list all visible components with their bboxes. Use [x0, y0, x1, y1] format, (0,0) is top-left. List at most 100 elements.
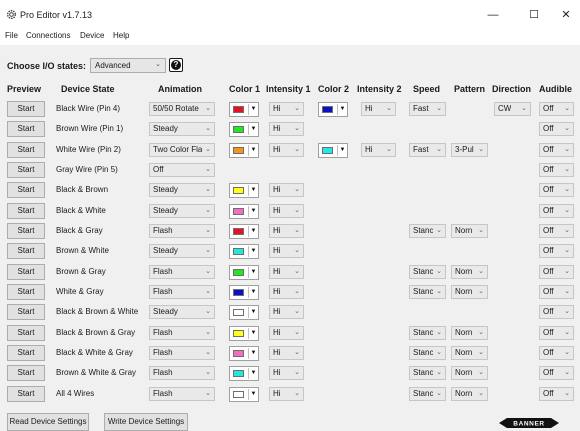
color-1-picker[interactable]: ▼	[229, 325, 259, 341]
intensity-2-select[interactable]: Hi ⌄	[361, 142, 396, 157]
start-preview-button[interactable]: Start	[7, 263, 45, 280]
start-preview-button[interactable]: Start	[7, 304, 45, 321]
intensity-1-select[interactable]: Hi ⌄	[269, 203, 304, 218]
speed-select[interactable]: Stanc ⌄	[409, 366, 446, 381]
color-1-picker[interactable]: ▼	[229, 142, 259, 158]
color-1-picker[interactable]: ▼	[229, 345, 259, 361]
start-preview-button[interactable]: Start	[7, 324, 45, 341]
speed-select[interactable]: Stanc ⌄	[409, 386, 446, 401]
animation-select[interactable]: Flash ⌄	[149, 345, 215, 360]
audible-select[interactable]: Off ⌄	[539, 325, 574, 340]
start-preview-button[interactable]: Start	[7, 222, 45, 239]
pattern-select[interactable]: Norn ⌄	[451, 223, 488, 238]
audible-select[interactable]: Off ⌄	[539, 244, 574, 259]
audible-select[interactable]: Off ⌄	[539, 102, 574, 116]
close-button[interactable]: ✕	[548, 4, 580, 26]
write-device-settings-button[interactable]: Write Device Settings	[104, 413, 188, 431]
pattern-select[interactable]: Norn ⌄	[451, 325, 488, 340]
audible-select[interactable]: Off ⌄	[539, 305, 574, 320]
minimize-button[interactable]: —	[475, 4, 511, 26]
animation-select[interactable]: Steady ⌄	[149, 183, 215, 198]
pattern-select[interactable]: Norn ⌄	[451, 284, 488, 299]
animation-select[interactable]: 50/50 Rotate ⌄	[149, 102, 215, 116]
animation-select[interactable]: Two Color Fla ⌄	[149, 142, 215, 157]
io-states-select[interactable]: Advanced ⌄	[90, 58, 166, 73]
audible-select[interactable]: Off ⌄	[539, 284, 574, 299]
start-preview-button[interactable]: Start	[7, 283, 45, 300]
menu-device[interactable]: Device	[80, 31, 104, 40]
start-preview-button[interactable]: Start	[7, 344, 45, 361]
animation-select[interactable]: Flash ⌄	[149, 386, 215, 401]
audible-select[interactable]: Off ⌄	[539, 264, 574, 279]
start-preview-button[interactable]: Start	[7, 141, 45, 158]
menu-file[interactable]: File	[5, 31, 18, 40]
speed-select[interactable]: Stanc ⌄	[409, 325, 446, 340]
color-1-picker[interactable]: ▼	[229, 244, 259, 260]
animation-select[interactable]: Flash ⌄	[149, 284, 215, 299]
speed-select[interactable]: Stanc ⌄	[409, 284, 446, 299]
start-preview-button[interactable]: Start	[7, 243, 45, 260]
intensity-1-select[interactable]: Hi ⌄	[269, 284, 304, 299]
menu-connections[interactable]: Connections	[26, 31, 70, 40]
intensity-2-select[interactable]: Hi ⌄	[361, 102, 396, 116]
speed-select[interactable]: Fast ⌄	[409, 102, 446, 116]
audible-select[interactable]: Off ⌄	[539, 183, 574, 198]
pattern-select[interactable]: Norn ⌄	[451, 386, 488, 401]
color-1-picker[interactable]: ▼	[229, 122, 259, 138]
color-1-picker[interactable]: ▼	[229, 203, 259, 219]
pattern-select[interactable]: Norn ⌄	[451, 345, 488, 360]
read-device-settings-button[interactable]: Read Device Settings	[7, 413, 89, 431]
animation-select[interactable]: Steady ⌄	[149, 203, 215, 218]
menu-help[interactable]: Help	[113, 31, 129, 40]
audible-select[interactable]: Off ⌄	[539, 142, 574, 157]
intensity-1-select[interactable]: Hi ⌄	[269, 142, 304, 157]
pattern-select[interactable]: 3-Pul ⌄	[451, 142, 488, 157]
start-preview-button[interactable]: Start	[7, 162, 45, 178]
color-1-picker[interactable]: ▼	[229, 102, 259, 117]
start-preview-button[interactable]: Start	[7, 182, 45, 199]
speed-select[interactable]: Fast ⌄	[409, 142, 446, 157]
animation-select[interactable]: Flash ⌄	[149, 325, 215, 340]
audible-select[interactable]: Off ⌄	[539, 203, 574, 218]
intensity-1-select[interactable]: Hi ⌄	[269, 345, 304, 360]
color-2-picker[interactable]: ▼	[318, 102, 348, 117]
audible-select[interactable]: Off ⌄	[539, 163, 574, 177]
intensity-1-select[interactable]: Hi ⌄	[269, 122, 304, 137]
start-preview-button[interactable]: Start	[7, 385, 45, 402]
intensity-1-select[interactable]: Hi ⌄	[269, 183, 304, 198]
intensity-1-select[interactable]: Hi ⌄	[269, 223, 304, 238]
intensity-1-select[interactable]: Hi ⌄	[269, 264, 304, 279]
color-1-picker[interactable]: ▼	[229, 366, 259, 382]
animation-select[interactable]: Flash ⌄	[149, 264, 215, 279]
animation-select[interactable]: Steady ⌄	[149, 122, 215, 137]
speed-select[interactable]: Stanc ⌄	[409, 345, 446, 360]
animation-select[interactable]: Flash ⌄	[149, 366, 215, 381]
speed-select[interactable]: Stanc ⌄	[409, 264, 446, 279]
color-1-picker[interactable]: ▼	[229, 183, 259, 199]
color-1-picker[interactable]: ▼	[229, 264, 259, 280]
intensity-1-select[interactable]: Hi ⌄	[269, 102, 304, 116]
intensity-1-select[interactable]: Hi ⌄	[269, 244, 304, 259]
start-preview-button[interactable]: Start	[7, 202, 45, 219]
speed-select[interactable]: Stanc ⌄	[409, 223, 446, 238]
audible-select[interactable]: Off ⌄	[539, 366, 574, 381]
audible-select[interactable]: Off ⌄	[539, 345, 574, 360]
color-1-picker[interactable]: ▼	[229, 305, 259, 321]
audible-select[interactable]: Off ⌄	[539, 223, 574, 238]
animation-select[interactable]: Steady ⌄	[149, 244, 215, 259]
help-icon[interactable]: ?	[169, 58, 183, 72]
pattern-select[interactable]: Norn ⌄	[451, 264, 488, 279]
maximize-button[interactable]: ☐	[516, 4, 552, 26]
animation-select[interactable]: Off ⌄	[149, 163, 215, 177]
intensity-1-select[interactable]: Hi ⌄	[269, 386, 304, 401]
animation-select[interactable]: Steady ⌄	[149, 305, 215, 320]
start-preview-button[interactable]: Start	[7, 121, 45, 138]
intensity-1-select[interactable]: Hi ⌄	[269, 305, 304, 320]
audible-select[interactable]: Off ⌄	[539, 122, 574, 137]
intensity-1-select[interactable]: Hi ⌄	[269, 366, 304, 381]
direction-select[interactable]: CW ⌄	[494, 102, 531, 116]
animation-select[interactable]: Flash ⌄	[149, 223, 215, 238]
intensity-1-select[interactable]: Hi ⌄	[269, 325, 304, 340]
start-preview-button[interactable]: Start	[7, 101, 45, 117]
audible-select[interactable]: Off ⌄	[539, 386, 574, 401]
